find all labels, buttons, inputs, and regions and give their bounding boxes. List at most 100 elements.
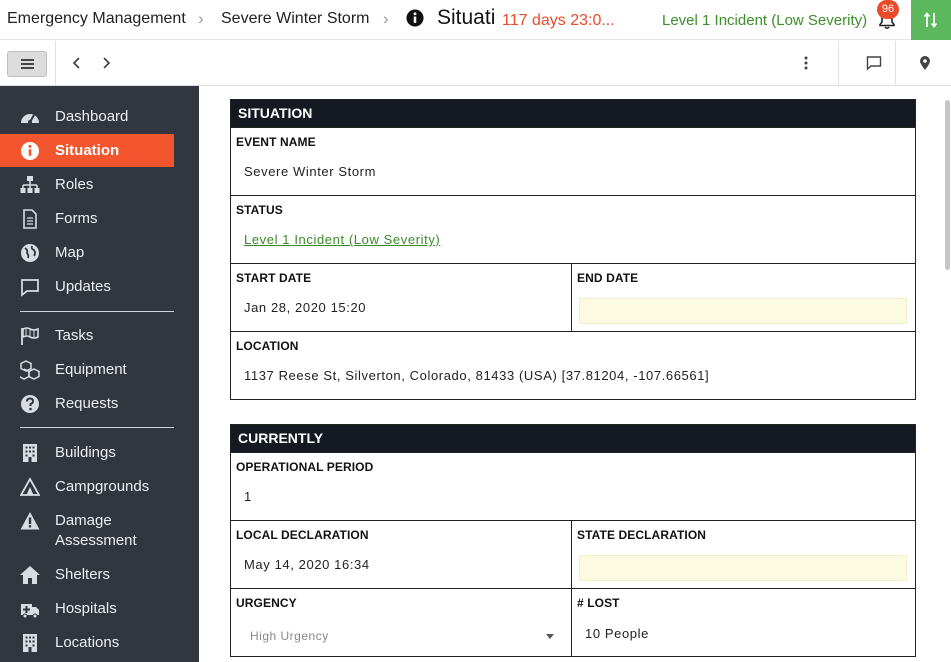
sidebar-item-dashboard[interactable]: Dashboard — [0, 100, 174, 133]
tent-icon — [20, 477, 40, 496]
field-label: STATUS — [236, 203, 283, 217]
lost-value[interactable]: 10 People — [585, 626, 649, 641]
field-label: STATE DECLARATION — [577, 528, 707, 542]
urgency-selected-value: High Urgency — [250, 629, 329, 643]
operational-period-field[interactable]: OPERATIONAL PERIOD 1 — [231, 453, 915, 520]
content-scrollbar[interactable] — [945, 100, 950, 270]
boxes-icon — [20, 360, 40, 380]
info-icon[interactable] — [406, 9, 424, 27]
globe-icon — [21, 244, 39, 262]
house-icon — [20, 566, 40, 584]
field-label: OPERATIONAL PERIOD — [236, 460, 374, 474]
form-row: LOCATION 1137 Reese St, Silverton, Color… — [231, 331, 915, 399]
severity-status[interactable]: Level 1 Incident (Low Severity) — [662, 12, 867, 29]
sidebar-item-label: Equipment — [55, 361, 127, 378]
caret-down-icon — [546, 634, 554, 639]
flag-icon — [21, 327, 39, 345]
chevron-left-icon[interactable] — [69, 55, 85, 71]
incident-timer: 117 days 23:0... — [502, 12, 615, 29]
currently-section: CURRENTLY OPERATIONAL PERIOD 1 LOCAL DEC… — [230, 424, 916, 657]
map-pin-icon[interactable] — [917, 55, 933, 71]
local-declaration-value[interactable]: May 14, 2020 16:34 — [244, 557, 370, 572]
sidebar-nav: Dashboard Situation Roles Forms Map Upda… — [0, 86, 199, 662]
state-declaration-input[interactable] — [579, 555, 907, 581]
form-row: OPERATIONAL PERIOD 1 — [231, 452, 915, 520]
form-row: URGENCY High Urgency # LOST 10 People — [231, 588, 915, 656]
building-icon — [23, 444, 37, 462]
sidebar-item-label: Campgrounds — [55, 478, 150, 495]
sidebar-item-label: Requests — [55, 395, 119, 412]
page-title: Situation — [437, 6, 494, 29]
toolbar-divider — [55, 41, 56, 86]
document-icon — [23, 209, 37, 229]
main-content: SITUATION EVENT NAME Severe Winter Storm… — [199, 86, 951, 662]
sidebar-divider — [20, 427, 174, 428]
sidebar-item-situation[interactable]: Situation — [0, 134, 174, 167]
lost-field[interactable]: # LOST 10 People — [572, 589, 915, 656]
sidebar-item-label: Updates — [55, 278, 111, 295]
toolbar — [0, 41, 951, 86]
chevron-right-icon[interactable] — [98, 55, 114, 71]
sidebar-item-tasks[interactable]: Tasks — [0, 319, 174, 352]
toolbar-divider — [838, 41, 839, 86]
form-row: LOCAL DECLARATION May 14, 2020 16:34 STA… — [231, 520, 915, 588]
sidebar-item-shelters[interactable]: Shelters — [0, 558, 174, 591]
sidebar-item-requests[interactable]: Requests — [0, 387, 174, 420]
start-date-value[interactable]: Jan 28, 2020 15:20 — [244, 300, 366, 315]
urgency-select[interactable]: High Urgency — [241, 623, 559, 649]
state-declaration-field[interactable]: STATE DECLARATION — [572, 521, 915, 588]
field-label: START DATE — [236, 271, 312, 285]
sidebar-item-label: Locations — [55, 634, 120, 651]
section-title: SITUATION — [231, 100, 915, 127]
building-icon — [23, 634, 37, 652]
field-label: EVENT NAME — [236, 135, 316, 149]
hamburger-menu-button[interactable] — [7, 51, 47, 77]
event-name-field[interactable]: EVENT NAME Severe Winter Storm — [231, 128, 915, 195]
breadcrumb-emergency-management[interactable]: Emergency Management — [7, 10, 186, 28]
start-date-field[interactable]: START DATE Jan 28, 2020 15:20 — [231, 264, 572, 331]
breadcrumb-separator: › — [383, 9, 389, 28]
sort-button[interactable] — [911, 0, 951, 40]
field-label: LOCAL DECLARATION — [236, 528, 369, 542]
sidebar-item-buildings[interactable]: Buildings — [0, 436, 174, 469]
sidebar-item-label: Dashboard — [55, 108, 129, 125]
end-date-field[interactable]: END DATE — [572, 264, 915, 331]
form-row: STATUS Level 1 Incident (Low Severity) — [231, 195, 915, 263]
more-options-icon[interactable] — [798, 55, 814, 71]
sidebar-item-campgrounds[interactable]: Campgrounds — [0, 470, 174, 503]
notification-badge: 96 — [877, 0, 899, 19]
status-link[interactable]: Level 1 Incident (Low Severity) — [244, 232, 440, 247]
end-date-input[interactable] — [579, 298, 907, 324]
sidebar-item-equipment[interactable]: Equipment — [0, 353, 174, 386]
urgency-field: URGENCY High Urgency — [231, 589, 572, 656]
field-label: URGENCY — [236, 596, 297, 610]
sidebar-item-label: Tasks — [55, 327, 94, 344]
sidebar-item-updates[interactable]: Updates — [0, 270, 174, 303]
sidebar-item-map[interactable]: Map — [0, 236, 174, 269]
toolbar-divider — [895, 41, 896, 86]
event-name-value[interactable]: Severe Winter Storm — [244, 164, 376, 179]
operational-period-value[interactable]: 1 — [244, 489, 252, 504]
sidebar-item-label: Map — [55, 244, 85, 261]
breadcrumb-severe-winter-storm[interactable]: Severe Winter Storm — [221, 10, 369, 28]
org-chart-icon — [20, 176, 40, 193]
comment-icon[interactable] — [866, 55, 882, 71]
form-row: START DATE Jan 28, 2020 15:20 END DATE — [231, 263, 915, 331]
sidebar-item-label: Hospitals — [55, 600, 117, 617]
sidebar-item-forms[interactable]: Forms — [0, 202, 174, 235]
sidebar-item-label: Situation — [55, 142, 120, 159]
sidebar-item-roles[interactable]: Roles — [0, 168, 174, 201]
location-value[interactable]: 1137 Reese St, Silverton, Colorado, 8143… — [244, 368, 709, 383]
ambulance-icon — [21, 604, 39, 619]
sidebar-item-hospitals[interactable]: Hospitals — [0, 592, 174, 625]
sidebar-divider — [20, 311, 174, 312]
sidebar-item-locations[interactable]: Locations — [0, 626, 174, 659]
sidebar-item-damage-assessment[interactable]: Damage Assessment — [0, 504, 174, 558]
status-field[interactable]: STATUS Level 1 Incident (Low Severity) — [231, 196, 915, 263]
form-row: EVENT NAME Severe Winter Storm — [231, 127, 915, 195]
sidebar-item-label: Buildings — [55, 444, 116, 461]
question-icon — [21, 395, 39, 413]
field-label: LOCATION — [236, 339, 299, 353]
location-field[interactable]: LOCATION 1137 Reese St, Silverton, Color… — [231, 332, 915, 399]
local-declaration-field[interactable]: LOCAL DECLARATION May 14, 2020 16:34 — [231, 521, 572, 588]
